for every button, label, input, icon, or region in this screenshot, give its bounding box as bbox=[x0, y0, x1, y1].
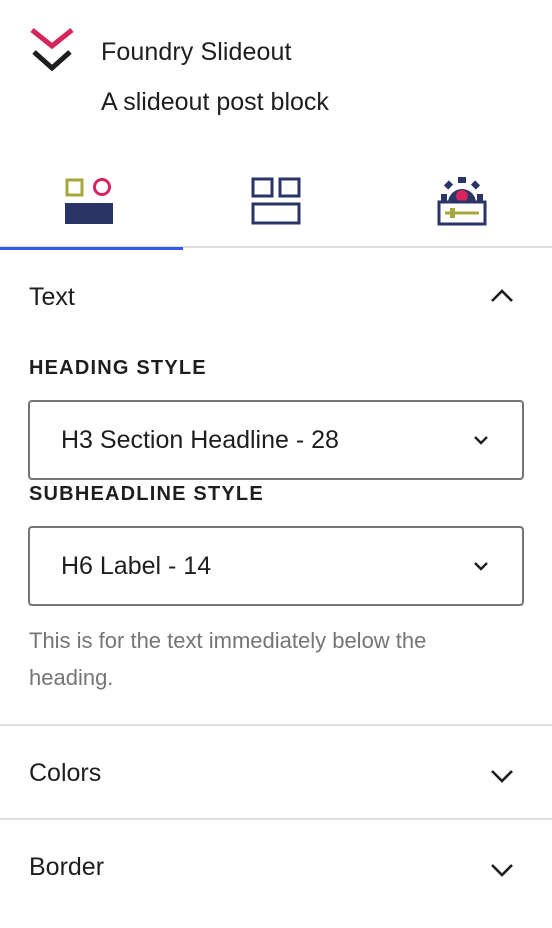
chevron-down-icon bbox=[491, 770, 513, 783]
subheadline-style-label: SUBHEADLINE STYLE bbox=[29, 483, 264, 505]
text-panel-title: Text bbox=[29, 283, 75, 311]
chevron-down-icon bbox=[474, 436, 488, 445]
border-panel-toggle[interactable]: Border bbox=[0, 820, 552, 914]
chevron-down-icon bbox=[491, 864, 513, 877]
heading-style-value: H3 Section Headline - 28 bbox=[61, 426, 339, 454]
subheadline-style-select[interactable]: H6 Label - 14 bbox=[28, 526, 524, 606]
block-description: A slideout post block bbox=[101, 88, 329, 116]
layout-tab[interactable] bbox=[183, 160, 366, 248]
border-panel-title: Border bbox=[29, 853, 105, 881]
inspector-tabs bbox=[0, 160, 552, 250]
settings-gear-icon bbox=[437, 177, 487, 226]
styles-icon bbox=[65, 178, 113, 224]
settings-tab[interactable] bbox=[366, 160, 549, 248]
subheadline-style-value: H6 Label - 14 bbox=[61, 552, 212, 580]
layout-grid-icon bbox=[251, 177, 301, 225]
heading-style-select[interactable]: H3 Section Headline - 28 bbox=[28, 400, 524, 480]
colors-panel-toggle[interactable]: Colors bbox=[0, 726, 552, 820]
heading-style-label: HEADING STYLE bbox=[29, 357, 207, 379]
subheadline-help-text: This is for the text immediately below t… bbox=[29, 628, 427, 690]
chevron-up-icon bbox=[491, 289, 513, 302]
chevron-down-icon bbox=[474, 562, 488, 571]
block-card: Foundry Slideout A slideout post block bbox=[0, 0, 552, 150]
colors-panel-title: Colors bbox=[29, 759, 102, 787]
foundry-chevron-logo-icon bbox=[30, 28, 74, 72]
text-panel-toggle[interactable]: Text bbox=[0, 250, 552, 344]
block-title: Foundry Slideout bbox=[101, 38, 292, 66]
styles-tab[interactable] bbox=[0, 160, 183, 250]
